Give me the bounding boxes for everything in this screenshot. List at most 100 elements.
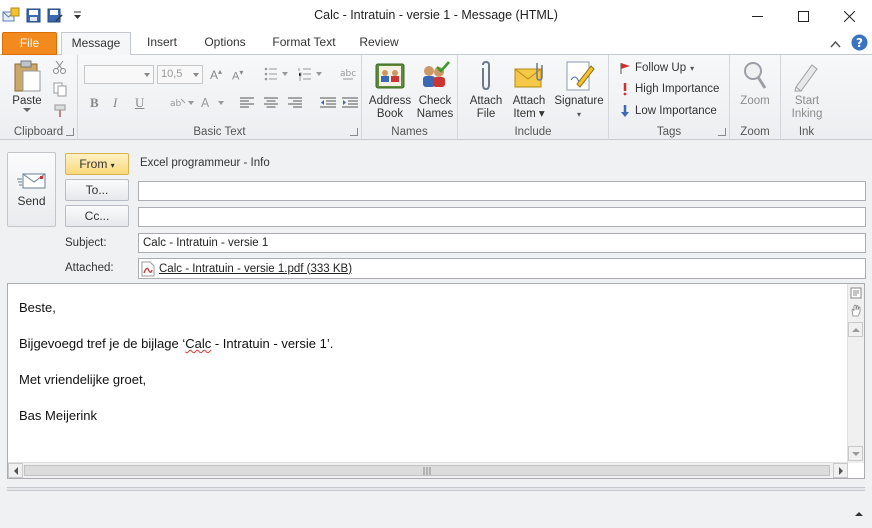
attach-file-button[interactable]: Attach File xyxy=(466,59,506,121)
clipboard-icon xyxy=(11,59,43,93)
grow-font-icon[interactable]: A▴ xyxy=(210,67,222,82)
tags-group-label: Tags xyxy=(656,126,682,138)
title-bar: Calc - Intratuin - versie 1 - Message (H… xyxy=(0,0,872,32)
cc-field[interactable] xyxy=(138,207,866,227)
clipboard-dialog-launcher[interactable] xyxy=(66,128,74,136)
tab-options[interactable]: Options xyxy=(196,32,254,55)
attachment-link[interactable]: Calc - Intratuin - versie 1.pdf (333 KB) xyxy=(159,260,352,278)
body-greeting: Beste, xyxy=(19,300,56,315)
tab-insert[interactable]: Insert xyxy=(136,32,188,55)
scroll-left-button[interactable] xyxy=(8,463,23,478)
font-size-combo[interactable]: 10,5 xyxy=(157,65,203,84)
check-names-icon xyxy=(419,59,451,93)
check-names-label-1: Check xyxy=(418,95,452,107)
tab-file[interactable]: File xyxy=(2,32,57,55)
tab-review[interactable]: Review xyxy=(354,32,404,55)
paste-button[interactable]: Paste xyxy=(6,59,48,113)
font-name-combo[interactable] xyxy=(84,65,154,84)
group-zoom: Zoom Zoom xyxy=(730,55,781,140)
to-button[interactable]: To... xyxy=(65,179,129,201)
expand-people-pane-icon[interactable] xyxy=(855,506,863,520)
check-names-button[interactable]: Check Names xyxy=(414,59,456,121)
magnifier-icon xyxy=(739,59,771,93)
paste-label: Paste xyxy=(12,95,42,107)
to-field[interactable] xyxy=(138,181,866,201)
body-signature: Bas Meijerink xyxy=(19,408,98,423)
start-inking-button[interactable]: Start Inking xyxy=(785,59,829,121)
minimize-button[interactable] xyxy=(734,0,780,32)
attach-item-label-2: Item ▾ xyxy=(513,108,545,120)
subject-label: Subject: xyxy=(65,237,107,249)
ribbon-tabs: File Message Insert Options Format Text … xyxy=(0,30,872,56)
attach-item-button[interactable]: Attach Item ▾ xyxy=(508,59,550,121)
address-book-icon xyxy=(374,59,406,93)
low-importance-button[interactable]: Low Importance xyxy=(619,101,717,121)
scroll-up-button[interactable] xyxy=(848,322,863,337)
group-clipboard: Paste Clipboard xyxy=(0,55,78,140)
page-view-icon[interactable] xyxy=(850,287,862,302)
bullets-icon[interactable] xyxy=(264,67,290,84)
decrease-indent-icon[interactable] xyxy=(320,97,336,112)
highlight-icon[interactable]: ab xyxy=(170,96,196,113)
high-importance-label: High Importance xyxy=(635,83,720,95)
group-names: Address Book Check Names Names xyxy=(362,55,458,140)
cc-button[interactable]: Cc... xyxy=(65,205,129,227)
tags-dialog-launcher[interactable] xyxy=(718,128,726,136)
basic-text-dialog-launcher[interactable] xyxy=(350,128,358,136)
zoom-button[interactable]: Zoom xyxy=(734,59,776,108)
ink-group-label: Ink xyxy=(798,126,815,138)
copy-icon[interactable] xyxy=(52,81,68,100)
address-book-button[interactable]: Address Book xyxy=(368,59,412,121)
message-body[interactable]: Beste, Bijgevoegd tref je de bijlage ‘Ca… xyxy=(7,283,865,479)
send-button[interactable]: Send xyxy=(7,152,56,227)
hand-icon[interactable] xyxy=(850,304,862,320)
cut-icon[interactable] xyxy=(52,59,68,78)
exclamation-icon xyxy=(623,83,627,96)
group-ink: Start Inking Ink xyxy=(781,55,832,140)
align-center-icon[interactable] xyxy=(264,97,278,112)
bold-icon[interactable]: B xyxy=(90,95,99,111)
align-right-icon[interactable] xyxy=(288,97,302,112)
collapse-ribbon-icon[interactable] xyxy=(830,37,841,51)
subject-field[interactable]: Calc - Intratuin - versie 1 xyxy=(138,233,866,253)
vertical-scrollbar[interactable] xyxy=(847,284,864,463)
clear-formatting-icon[interactable]: abc xyxy=(340,65,356,84)
signature-button[interactable]: Signature ▾ xyxy=(552,59,606,121)
font-color-icon[interactable]: A xyxy=(200,96,226,113)
svg-text:?: ? xyxy=(856,36,863,50)
compose-area: Send From ▾ Excel programmeur - Info To.… xyxy=(0,140,872,528)
group-basic-text: 10,5 A▴ A▾ abc B I U ab A Basic Text xyxy=(78,55,362,140)
signature-label: Signature xyxy=(554,95,604,107)
tab-message[interactable]: Message xyxy=(61,32,131,56)
high-importance-button[interactable]: High Importance xyxy=(619,79,719,99)
maximize-button[interactable] xyxy=(780,0,826,32)
svg-text:A: A xyxy=(201,96,210,110)
from-dropdown-icon: ▾ xyxy=(110,161,115,170)
scroll-right-button[interactable] xyxy=(833,463,848,478)
attached-label: Attached: xyxy=(65,262,114,274)
scroll-down-button[interactable] xyxy=(848,446,863,461)
send-envelope-icon xyxy=(16,173,45,188)
address-book-label-2: Book xyxy=(376,108,404,120)
names-group-label: Names xyxy=(391,126,428,138)
bottom-splitter[interactable] xyxy=(7,487,865,491)
basic-text-group-label: Basic Text xyxy=(193,126,246,138)
horizontal-scrollbar[interactable] xyxy=(8,462,848,478)
pen-icon xyxy=(791,59,823,93)
increase-indent-icon[interactable] xyxy=(342,97,358,112)
tab-format-text[interactable]: Format Text xyxy=(266,32,342,55)
follow-up-button[interactable]: Follow Up ▾ xyxy=(619,58,694,78)
underline-icon[interactable]: U xyxy=(135,95,144,111)
low-importance-label: Low Importance xyxy=(635,105,717,117)
help-icon[interactable]: ? xyxy=(851,34,868,54)
align-left-icon[interactable] xyxy=(240,97,254,112)
format-painter-icon[interactable] xyxy=(52,103,68,122)
message-body-text[interactable]: Beste, Bijgevoegd tref je de bijlage ‘Ca… xyxy=(19,299,333,443)
signature-icon xyxy=(563,59,595,93)
close-button[interactable] xyxy=(826,0,872,32)
numbering-icon[interactable] xyxy=(298,67,324,84)
shrink-font-icon[interactable]: A▾ xyxy=(232,68,243,83)
italic-icon[interactable]: I xyxy=(113,95,117,111)
horizontal-scroll-thumb[interactable] xyxy=(24,465,830,476)
from-button[interactable]: From ▾ xyxy=(65,153,129,175)
